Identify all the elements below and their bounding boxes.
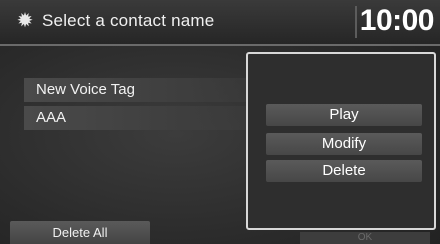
list-item-label: AAA [36, 109, 67, 126]
list-item-label: New Voice Tag [36, 81, 135, 98]
list-item-new-voice-tag[interactable]: New Voice Tag [24, 78, 254, 102]
delete-button[interactable]: Delete [266, 160, 422, 182]
ok-button[interactable]: OK [300, 232, 430, 244]
modify-button[interactable]: Modify [266, 133, 422, 155]
clock: 10:00 [359, 4, 435, 37]
divider [355, 6, 357, 38]
page-title: Select a contact name [42, 11, 215, 30]
gear-icon: ✹ [16, 10, 34, 32]
play-button[interactable]: Play [266, 104, 422, 126]
delete-all-button[interactable]: Delete All [10, 221, 150, 244]
list-item-aaa[interactable]: AAA [24, 106, 254, 130]
options-popup: Play Modify Delete [246, 52, 436, 230]
screen: ✹ Select a contact name 10:00 New Voice … [0, 0, 440, 244]
header-bar: ✹ Select a contact name 10:00 [0, 0, 440, 46]
